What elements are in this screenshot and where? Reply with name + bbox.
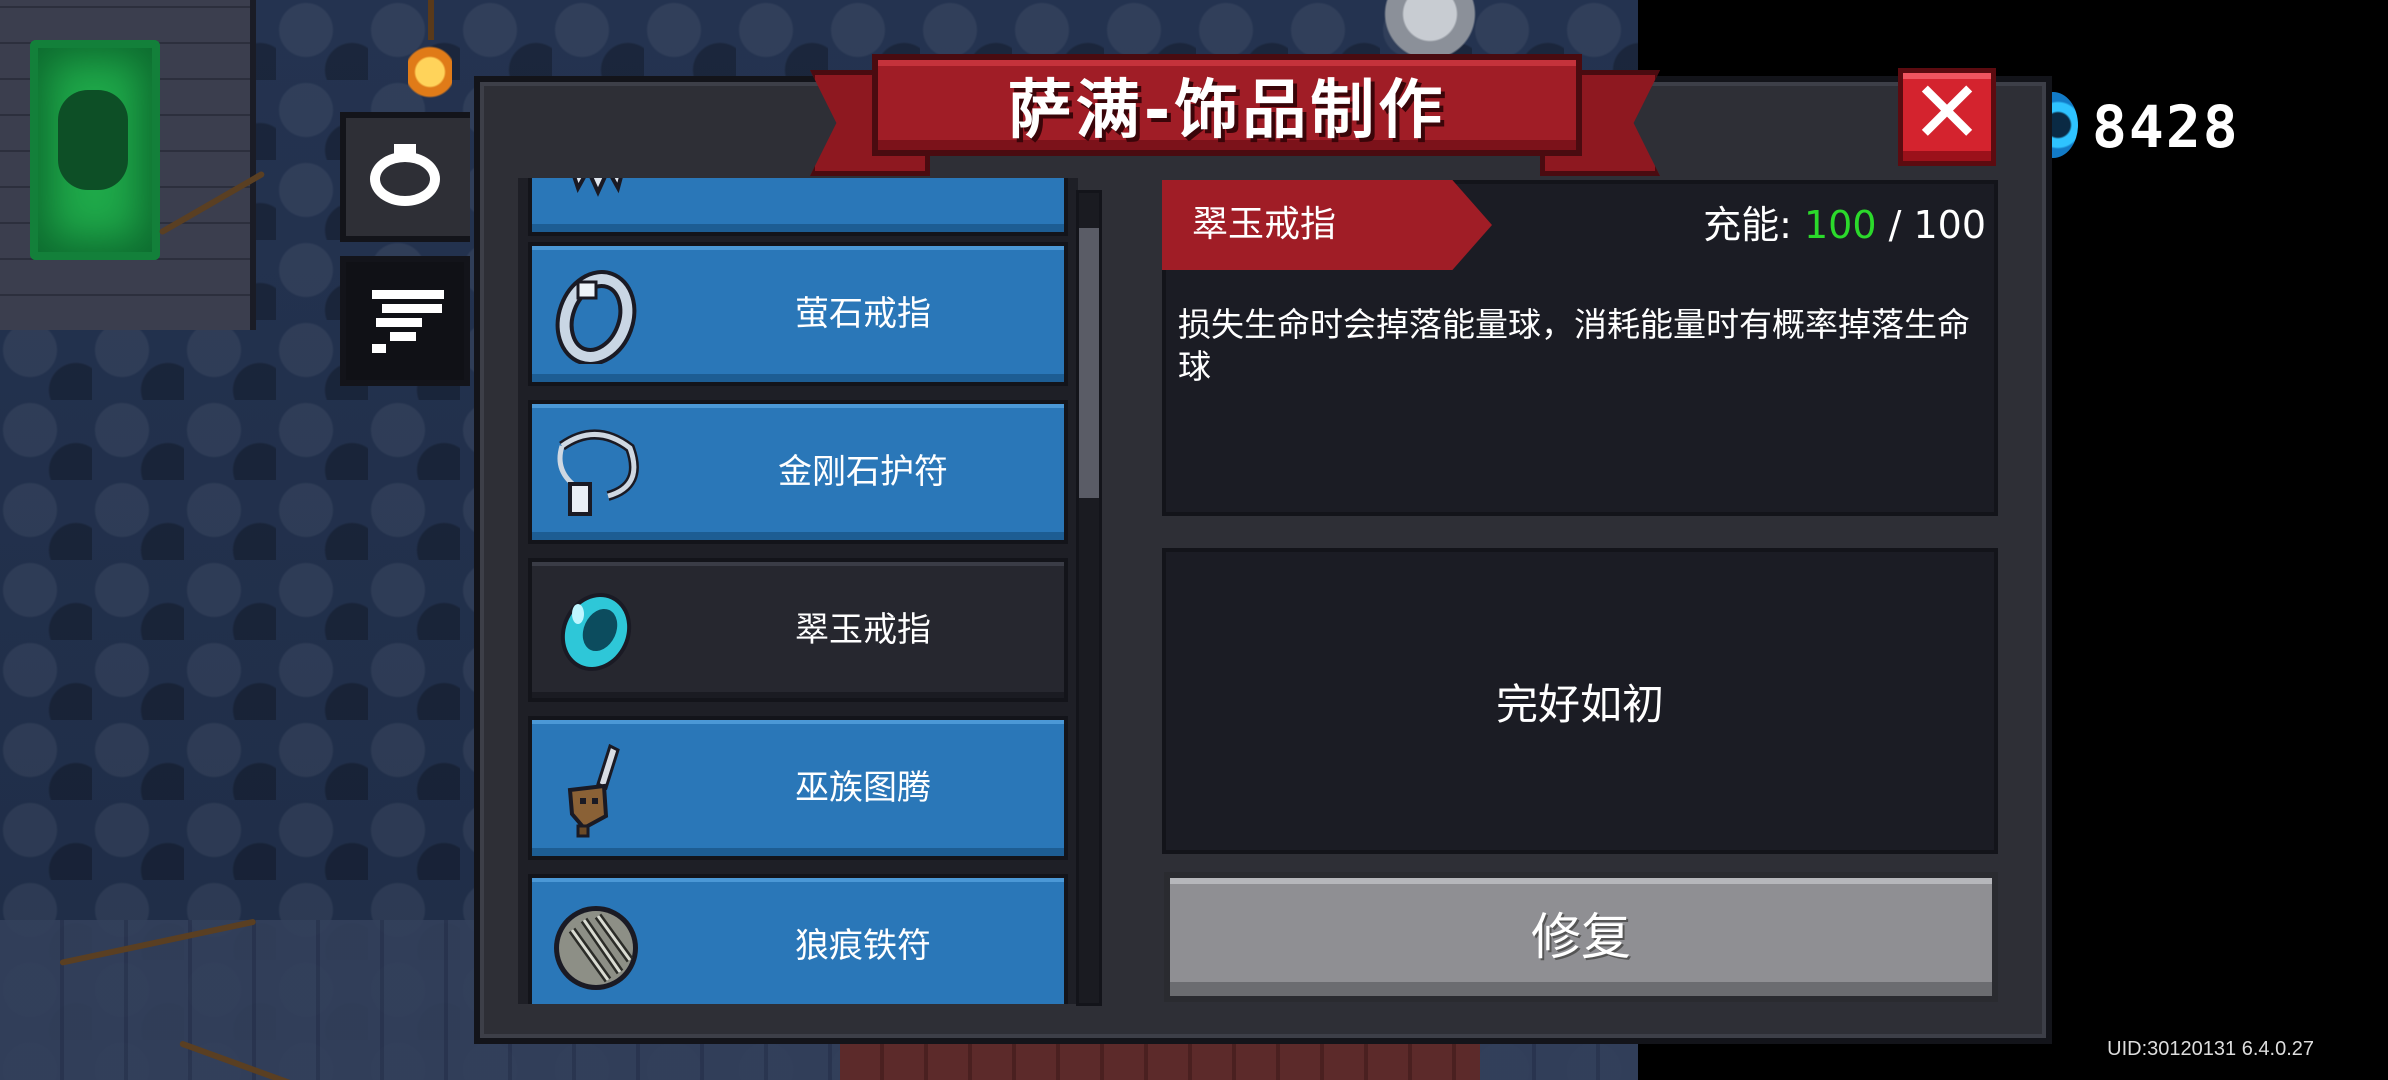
tab-accessory[interactable] [340, 112, 470, 242]
list-item[interactable]: 萤石戒指 [528, 242, 1068, 386]
lines-icon [372, 290, 444, 353]
item-label: 萤石戒指 [795, 294, 931, 334]
close-icon: ✕ [1910, 63, 1984, 163]
green-portal [30, 40, 160, 260]
charge-max: / 100 [1876, 203, 1986, 247]
item-label: 金刚石护符 [778, 452, 948, 492]
ring-icon [370, 144, 440, 206]
close-button[interactable]: ✕ [1898, 68, 1996, 166]
list-scrollbar-thumb[interactable] [1079, 228, 1099, 498]
charge-indicator: 充能: 100 / 100 [1703, 190, 1986, 260]
item-status: 完好如初 [1495, 679, 1664, 729]
list-item[interactable] [528, 178, 1068, 236]
partial-item-icon [572, 178, 623, 197]
item-label: 巫族图腾 [795, 768, 931, 808]
item-label: 狼痕铁符 [795, 926, 931, 966]
list-item-selected[interactable]: 翠玉戒指 [528, 558, 1068, 702]
repair-button-label: 修复 [1531, 908, 1631, 966]
charge-label: 充能: [1703, 203, 1804, 247]
item-list[interactable]: 萤石戒指 金刚石护符 翠玉戒指 巫族图腾 狼痕铁符 [518, 178, 1078, 1004]
fluorite-ring-icon [555, 270, 637, 364]
item-name: 翠玉戒指 [1192, 204, 1337, 245]
list-item[interactable]: 狼痕铁符 [528, 874, 1068, 1004]
torch-icon [408, 0, 452, 100]
item-label: 翠玉戒指 [795, 610, 931, 650]
jade-ring-icon [560, 593, 632, 671]
diamond-amulet-icon [557, 429, 639, 516]
uid-version: UID:30120131 6.4.0.27 [2107, 1038, 2314, 1060]
item-status-box: 完好如初 [1162, 548, 1998, 854]
witch-totem-icon [567, 743, 620, 838]
tab-list[interactable] [340, 256, 470, 386]
list-item[interactable]: 金刚石护符 [528, 400, 1068, 544]
repair-button[interactable]: 修复 [1164, 872, 1998, 1002]
page-title: 萨满-饰品制作 [1007, 74, 1447, 148]
item-label [672, 178, 1054, 232]
charge-current: 100 [1803, 203, 1877, 247]
gem-count: 8428 [2092, 93, 2240, 161]
list-item[interactable]: 巫族图腾 [528, 716, 1068, 860]
item-description: 损失生命时会掉落能量球，消耗能量时有概率掉落生命球 [1178, 305, 1970, 386]
title-banner: 萨满-饰品制作 [872, 54, 1582, 156]
wolf-iron-charm-icon [554, 906, 638, 990]
